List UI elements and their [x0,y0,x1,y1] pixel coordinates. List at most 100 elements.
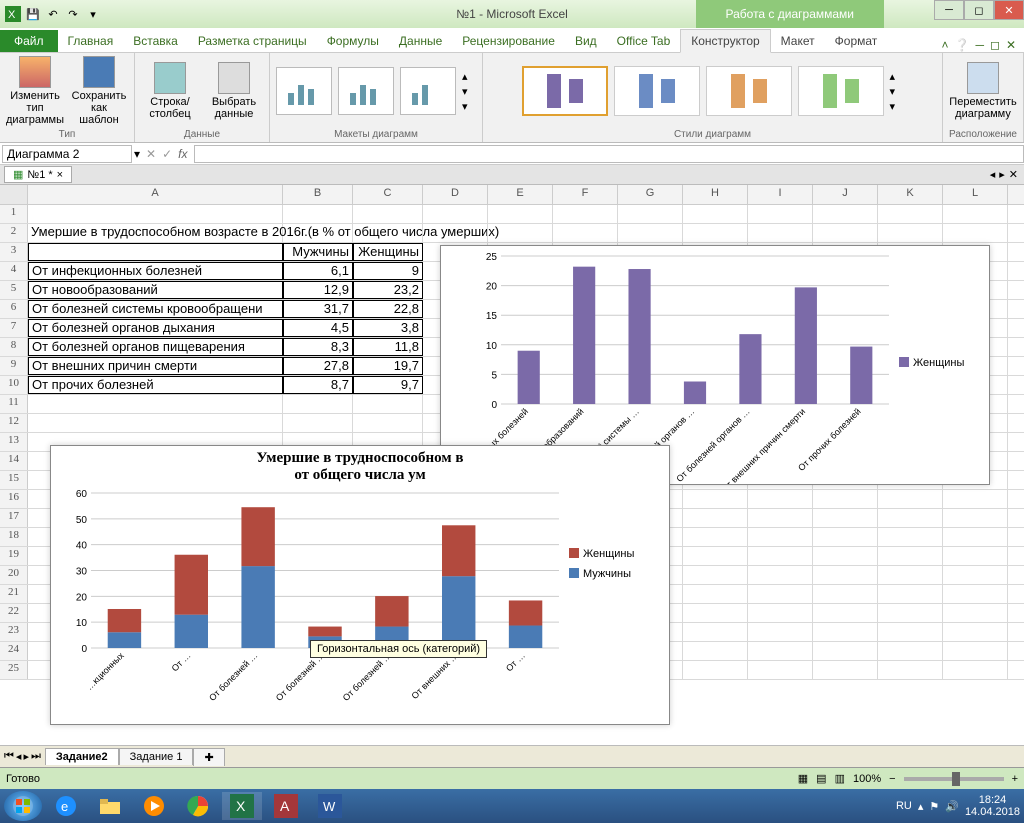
minimize-button[interactable]: ─ [934,0,964,20]
svg-text:От …: От … [170,650,193,673]
zoom-slider[interactable] [904,777,1004,781]
zoom-in-icon[interactable]: + [1012,773,1018,785]
taskbar-ie-icon[interactable]: e [46,792,86,820]
tab-insert[interactable]: Вставка [123,30,188,52]
styles-scroll-up[interactable]: ▴ [890,70,904,83]
tab-home[interactable]: Главная [58,30,124,52]
new-sheet-button[interactable]: ✚ [193,748,224,766]
view-page-break-icon[interactable]: ▥ [835,772,845,785]
tab-view[interactable]: Вид [565,30,607,52]
chart-title: Умершие в трудноспособном вот общего чис… [51,446,669,488]
tab-chart-design[interactable]: Конструктор [680,29,770,53]
formula-input[interactable] [194,145,1024,163]
svg-text:Женщины: Женщины [583,548,634,560]
chart-style-1[interactable] [522,66,608,116]
wb-close-all-icon[interactable]: ✕ [1009,168,1018,181]
group-layouts-label: Макеты диаграмм [334,127,418,140]
change-chart-type-button[interactable]: Изменить тип диаграммы [6,56,64,126]
styles-scroll-down[interactable]: ▾ [890,85,904,98]
taskbar-explorer-icon[interactable] [90,792,130,820]
taskbar-excel-icon[interactable]: X [222,792,262,820]
tab-chart-format[interactable]: Формат [825,30,888,52]
save-as-template-button[interactable]: Сохранить как шаблон [70,56,128,126]
chart-style-3[interactable] [706,66,792,116]
chart-style-4[interactable] [798,66,884,116]
styles-more[interactable]: ▾ [890,100,904,113]
undo-icon[interactable]: ↶ [44,5,62,23]
wb-max-icon[interactable]: ◻ [990,38,1000,52]
view-normal-icon[interactable]: ▦ [798,772,808,785]
svg-text:15: 15 [486,311,498,322]
tab-data[interactable]: Данные [389,30,452,52]
wb-close-icon[interactable]: ✕ [1006,38,1016,52]
chart-layout-1[interactable] [276,67,332,115]
tab-chart-layout[interactable]: Макет [771,30,825,52]
sheet-tab-2[interactable]: Задание 1 [119,748,194,765]
tray-date[interactable]: 14.04.2018 [965,806,1020,818]
file-tab[interactable]: Файл [0,30,58,52]
maximize-button[interactable]: ◻ [964,0,994,20]
view-page-layout-icon[interactable]: ▤ [816,772,826,785]
layouts-scroll-down[interactable]: ▾ [462,85,476,98]
fx-label[interactable]: fx [172,147,193,161]
tray-clock[interactable]: 18:24 [965,794,1020,806]
start-button[interactable] [4,791,42,821]
save-icon[interactable]: 💾 [24,5,42,23]
svg-text:5: 5 [491,370,497,381]
tray-lang[interactable]: RU [896,800,912,812]
tray-flag-icon[interactable]: ⚑ [929,800,939,813]
group-type-label: Тип [59,127,76,140]
qat-dropdown-icon[interactable]: ▾ [84,5,102,23]
chart-tools-context: Работа с диаграммами [696,0,885,28]
ribbon-tabs: Файл Главная Вставка Разметка страницы Ф… [0,28,1024,53]
select-data-button[interactable]: Выбрать данные [205,62,263,120]
layouts-scroll-up[interactable]: ▴ [462,70,476,83]
taskbar-access-icon[interactable]: A [266,792,306,820]
sheet-nav-first-icon[interactable]: ⏮ [4,750,14,763]
svg-text:10: 10 [486,341,498,352]
workbook-tab-close-icon[interactable]: × [57,169,63,181]
sheet-nav-last-icon[interactable]: ⏭ [31,750,41,763]
wb-min-icon[interactable]: ─ [975,38,984,52]
tab-office[interactable]: Office Tab [607,30,681,52]
chart-layout-3[interactable] [400,67,456,115]
taskbar-word-icon[interactable]: W [310,792,350,820]
svg-text:От болезней …: От болезней … [207,650,260,703]
move-chart-button[interactable]: Переместить диаграмму [954,62,1012,120]
redo-icon[interactable]: ↷ [64,5,82,23]
wb-nav-left-icon[interactable]: ◂ [990,168,996,181]
chart-object-2[interactable]: Умершие в трудноспособном вот общего чис… [50,445,670,725]
chart-layout-2[interactable] [338,67,394,115]
sheet-nav-next-icon[interactable]: ▸ [23,750,29,763]
tray-up-icon[interactable]: ▴ [918,800,924,813]
name-box[interactable]: Диаграмма 2 [2,145,132,163]
sheet-tab-1[interactable]: Задание2 [45,748,119,765]
tab-page-layout[interactable]: Разметка страницы [188,30,317,52]
svg-text:0: 0 [81,644,87,655]
title-bar: X 💾 ↶ ↷ ▾ №1 - Microsoft Excel Работа с … [0,0,1024,28]
help-icon[interactable]: ❔ [955,38,970,52]
tab-formulas[interactable]: Формулы [317,30,389,52]
sheet-nav-prev-icon[interactable]: ◂ [16,750,22,763]
workbook-tab[interactable]: ▦ №1 * × [4,166,72,183]
wb-nav-right-icon[interactable]: ▸ [999,168,1005,181]
svg-text:25: 25 [486,252,498,263]
svg-text:От прочих болезней: От прочих болезней [796,406,863,473]
layouts-more[interactable]: ▾ [462,100,476,113]
taskbar-chrome-icon[interactable] [178,792,218,820]
tab-review[interactable]: Рецензирование [452,30,565,52]
svg-text:Мужчины: Мужчины [583,568,631,580]
switch-row-column-button[interactable]: Строка/столбец [141,62,199,120]
svg-text:50: 50 [76,515,88,526]
tray-sound-icon[interactable]: 🔊 [945,800,959,813]
enter-icon[interactable]: ✓ [162,147,172,161]
svg-text:30: 30 [76,567,88,578]
zoom-out-icon[interactable]: − [889,773,895,785]
zoom-value[interactable]: 100% [853,773,881,785]
worksheet-grid[interactable]: ABCDEFGHIJKL 12Умершие в трудоспособном … [0,185,1024,745]
close-button[interactable]: ✕ [994,0,1024,20]
cancel-icon[interactable]: ✕ [140,147,162,161]
taskbar-media-icon[interactable] [134,792,174,820]
minimize-ribbon-icon[interactable]: ˄ [941,38,948,52]
chart-style-2[interactable] [614,66,700,116]
